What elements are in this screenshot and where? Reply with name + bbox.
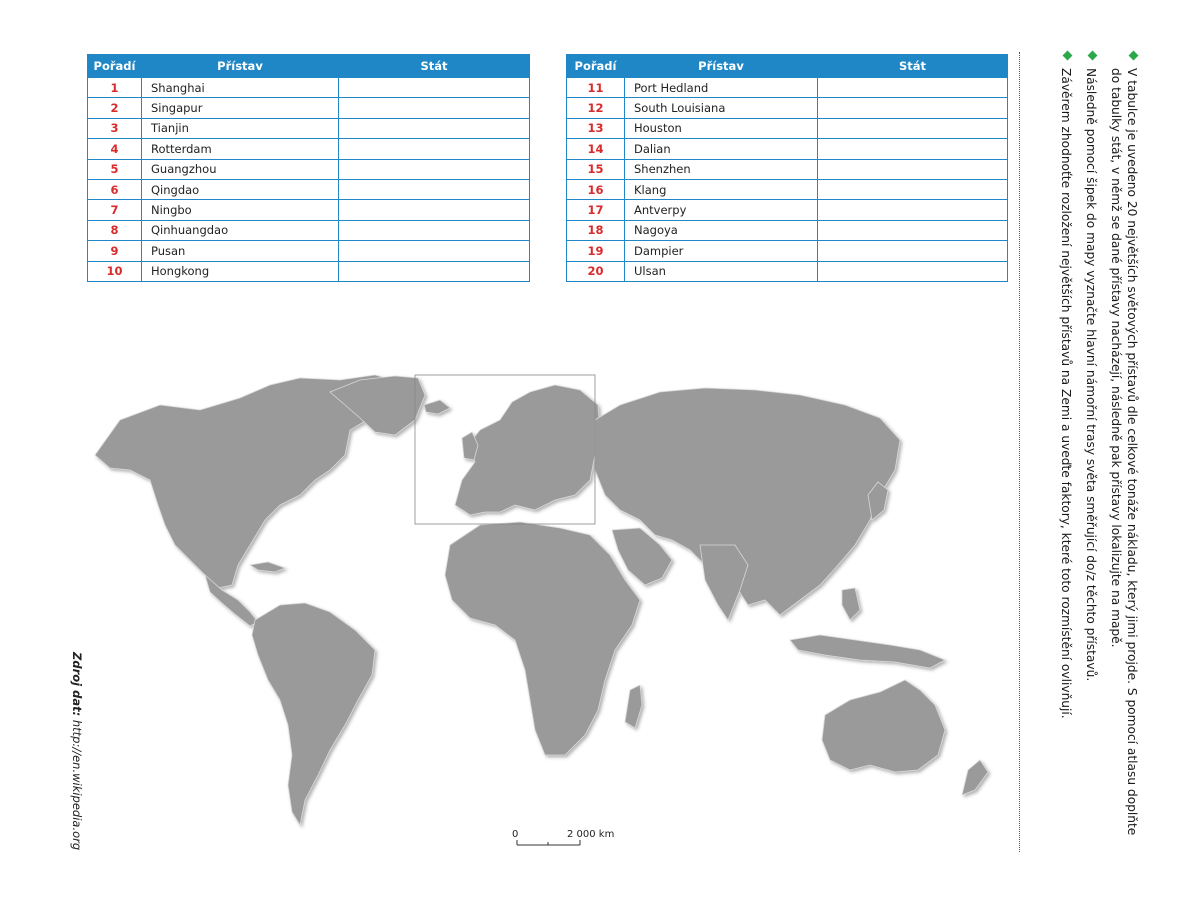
india-shape <box>699 544 749 621</box>
philippines-shape <box>841 587 861 621</box>
diamond-bullet-icon <box>1087 50 1098 61</box>
scale-bar <box>516 840 581 846</box>
diamond-bullet-icon <box>1128 50 1139 61</box>
madagascar-shape <box>624 684 643 729</box>
diamond-bullet-icon <box>1062 50 1073 61</box>
instruction-item: Závěrem zhodnoťte rozložení největších p… <box>1058 50 1074 852</box>
south-america-shape <box>251 602 376 827</box>
indonesia-shape <box>789 634 946 669</box>
instruction-text: Následně pomocí šipek do mapy vyznačte h… <box>1084 68 1098 682</box>
source-url: http://en.wikipedia.org <box>70 719 84 851</box>
australia-shape <box>821 679 946 773</box>
iceland-shape <box>423 399 451 415</box>
instruction-item: Následně pomocí šipek do mapy vyznačte h… <box>1083 50 1099 852</box>
new-zealand-shape <box>961 759 989 796</box>
source-label: Zdroj dat: <box>70 652 84 717</box>
data-source: Zdroj dat: http://en.wikipedia.org <box>66 652 84 892</box>
scale-end: 2 000 km <box>567 829 615 840</box>
instruction-text: Závěrem zhodnoťte rozložení největších p… <box>1059 68 1073 719</box>
caribbean-shape <box>248 561 287 573</box>
instruction-text: V tabulce je uvedeno 20 největších světo… <box>1109 68 1139 836</box>
instructions: V tabulce je uvedeno 20 největších světo… <box>1020 50 1140 852</box>
africa-shape <box>444 521 641 756</box>
instruction-item: V tabulce je uvedeno 20 největších světo… <box>1108 50 1140 852</box>
scale-start: 0 <box>512 829 519 840</box>
